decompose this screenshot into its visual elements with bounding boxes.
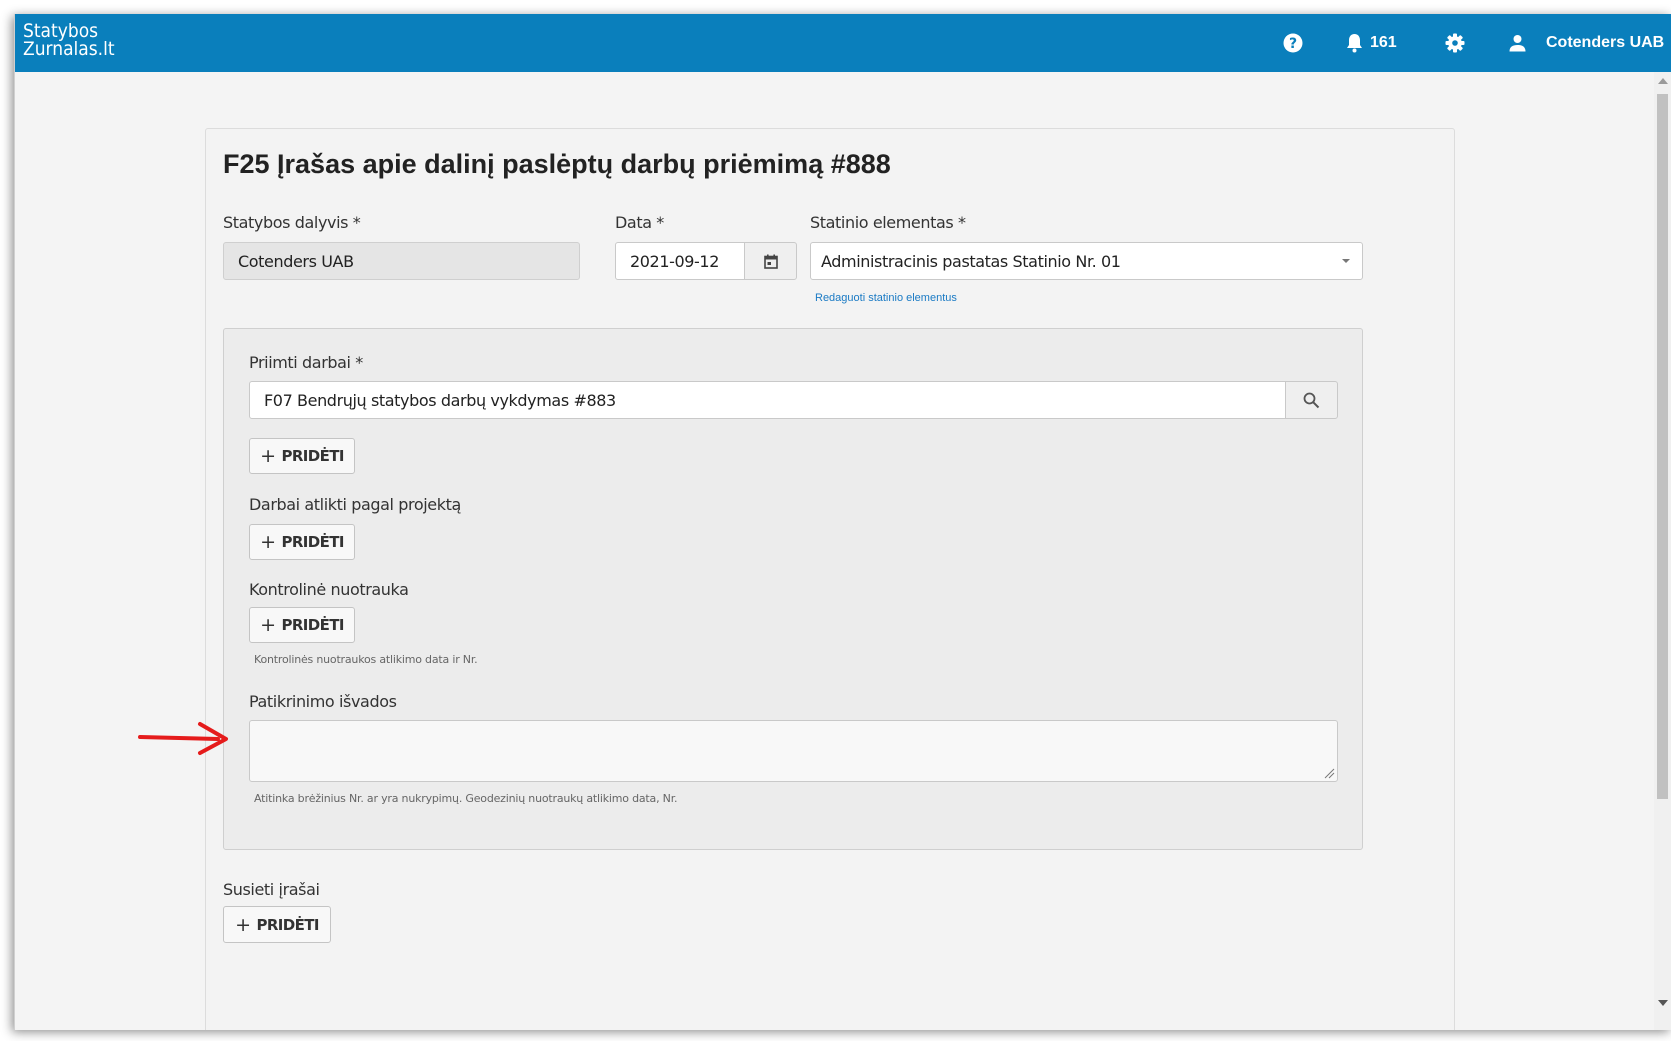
element-select[interactable]: Administracinis pastatas Statinio Nr. 01 [810, 242, 1363, 280]
accepted-works-search-button[interactable] [1285, 381, 1338, 419]
participant-label: Statybos dalyvis * [223, 213, 361, 232]
calendar-icon [763, 254, 778, 269]
element-select-value: Administracinis pastatas Statinio Nr. 01 [821, 251, 1121, 271]
works-section: Priimti darbai * F07 Bendrųjų statybos d… [223, 328, 1363, 850]
add-accepted-work-button[interactable]: + PRIDĖTI [249, 438, 355, 474]
add-button-label: PRIDĖTI [281, 616, 344, 634]
date-input[interactable]: 2021-09-12 [615, 242, 745, 280]
element-label: Statinio elementas * [810, 213, 966, 232]
notifications-count: 161 [1370, 34, 1397, 51]
add-by-project-button[interactable]: + PRIDĖTI [249, 524, 355, 560]
help-button[interactable]: ? [1283, 14, 1303, 72]
conclusions-hint: Atitinka brėžinius Nr. ar yra nukrypimų.… [254, 792, 678, 805]
help-circle-icon: ? [1283, 33, 1303, 53]
svg-text:?: ? [1289, 36, 1297, 52]
page-title: F25 Įrašas apie dalinį paslėptų darbų pr… [223, 149, 891, 179]
date-picker-button[interactable] [744, 242, 797, 280]
add-button-label: PRIDĖTI [281, 447, 344, 465]
edit-elements-link[interactable]: Redaguoti statinio elementus [815, 292, 957, 304]
participant-field: Cotenders UAB [223, 242, 580, 280]
user-name: Cotenders UAB [1546, 34, 1665, 51]
accepted-works-label: Priimti darbai * [249, 353, 363, 372]
conclusions-label: Patikrinimo išvados [249, 692, 397, 711]
gear-icon [1445, 33, 1465, 53]
bell-icon [1347, 34, 1362, 53]
annotation-arrow-icon [138, 722, 228, 755]
user-menu[interactable]: Cotenders UAB [1509, 14, 1664, 72]
conclusions-textarea[interactable] [249, 720, 1338, 782]
app-window: Statybos Zurnalas.lt ? 161 Cotenders UAB… [14, 14, 1671, 1030]
control-photo-label: Kontrolinė nuotrauka [249, 580, 409, 599]
plus-icon: + [260, 614, 276, 636]
chevron-down-icon [1342, 259, 1350, 263]
add-control-photo-button[interactable]: + PRIDĖTI [249, 607, 355, 643]
resize-handle-icon[interactable] [1323, 767, 1335, 779]
linked-records-label: Susieti įrašai [223, 880, 320, 899]
add-button-label: PRIDĖTI [256, 915, 319, 934]
accepted-works-input[interactable]: F07 Bendrųjų statybos darbų vykdymas #88… [249, 381, 1286, 419]
scroll-thumb[interactable] [1657, 94, 1668, 799]
control-photo-hint: Kontrolinės nuotraukos atlikimo data ir … [254, 653, 478, 666]
by-project-label: Darbai atlikti pagal projektą [249, 495, 461, 514]
add-button-label: PRIDĖTI [281, 533, 344, 551]
plus-icon: + [235, 913, 251, 936]
scroll-up-arrow[interactable] [1658, 78, 1668, 84]
top-navbar: Statybos Zurnalas.lt ? 161 Cotenders UAB [15, 14, 1671, 72]
user-icon [1509, 35, 1526, 52]
search-icon [1303, 392, 1320, 408]
form-card: F25 Įrašas apie dalinį paslėptų darbų pr… [205, 128, 1455, 1030]
page-scrollbar[interactable] [1654, 72, 1671, 1030]
app-logo[interactable]: Statybos Zurnalas.lt [23, 22, 115, 60]
plus-icon: + [260, 531, 276, 553]
notifications-button[interactable]: 161 [1346, 14, 1397, 72]
date-label: Data * [615, 213, 664, 232]
plus-icon: + [260, 445, 276, 467]
logo-line-2: Zurnalas.lt [23, 38, 115, 60]
settings-button[interactable] [1445, 14, 1465, 72]
add-linked-record-button[interactable]: + PRIDĖTI [223, 906, 331, 943]
scroll-down-arrow[interactable] [1658, 1000, 1668, 1006]
